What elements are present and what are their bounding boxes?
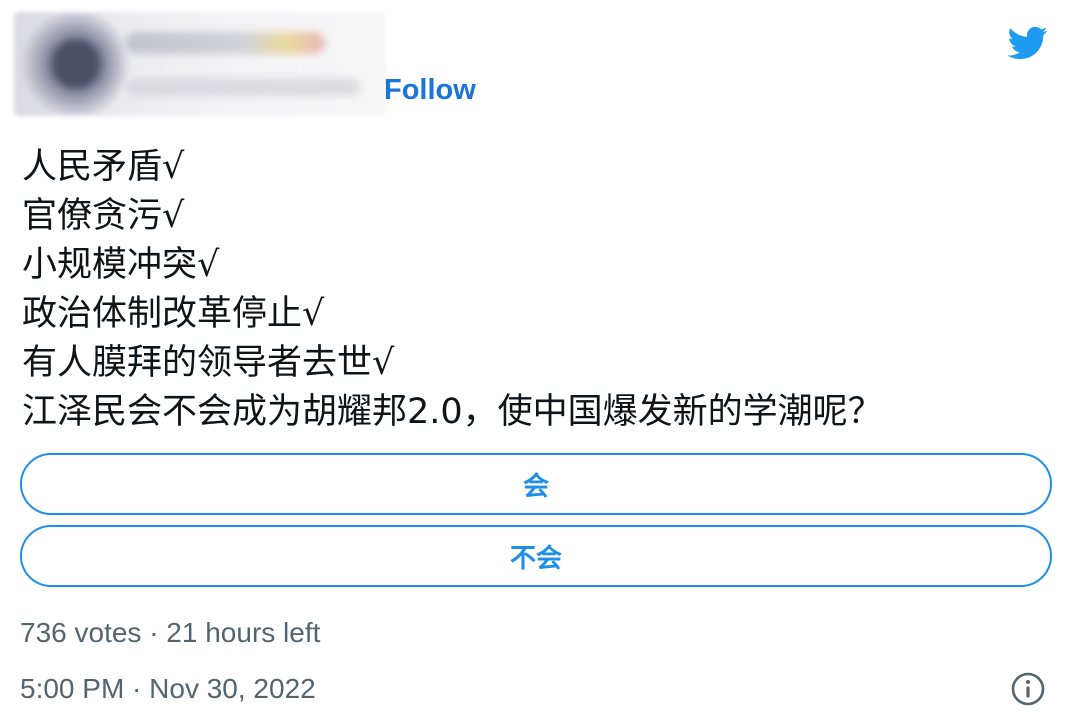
poll-option-no[interactable]: 不会: [20, 525, 1052, 587]
tweet-line: 小规模冲突√: [22, 245, 220, 285]
tweet-line: 官僚贪污√: [22, 196, 185, 236]
tweet-timestamp[interactable]: 5:00 PM · Nov 30, 2022: [20, 673, 316, 705]
tweet-line: 政治体制改革停止√: [22, 294, 325, 334]
blurred-author-handle[interactable]: [125, 78, 360, 96]
follow-button[interactable]: Follow: [384, 72, 476, 108]
poll-option-label: 不会: [509, 543, 562, 574]
poll-option-yes[interactable]: 会: [20, 453, 1052, 515]
tweet-header: Follow: [0, 0, 1075, 120]
poll-summary: 736 votes · 21 hours left: [20, 617, 321, 648]
info-icon[interactable]: [1010, 671, 1046, 707]
tweet-line: 人民矛盾√: [22, 147, 185, 187]
twitter-bird-icon[interactable]: [1003, 22, 1051, 64]
tweet-body: 人民矛盾√ 官僚贪污√ 小规模冲突√ 政治体制改革停止√ 有人膜拜的领导者去世√…: [22, 143, 1052, 437]
blurred-author-avatar[interactable]: [14, 12, 386, 116]
poll-option-label: 会: [522, 471, 549, 502]
tweet-line: 江泽民会不会成为胡耀邦2.0，使中国爆发新的学潮呢？: [22, 392, 883, 432]
tweet-line: 有人膜拜的领导者去世√: [22, 343, 395, 383]
blurred-author-name[interactable]: [125, 32, 325, 54]
